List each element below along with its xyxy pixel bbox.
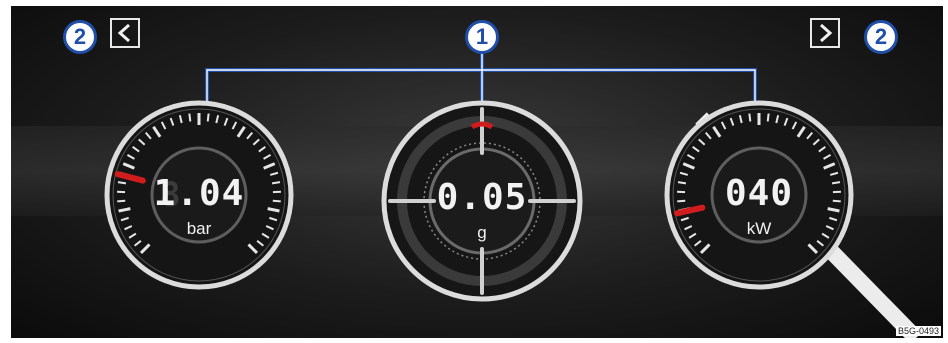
gauge-tick bbox=[748, 113, 752, 122]
prev-view-button[interactable] bbox=[110, 18, 140, 48]
power-gauge: 040 kW bbox=[659, 95, 859, 295]
g-force-value: 0.05 bbox=[436, 177, 528, 218]
power-unit: kW bbox=[746, 219, 772, 238]
callout-2-left: 2 bbox=[63, 20, 97, 54]
boost-unit: bar bbox=[186, 219, 212, 238]
callout-2-right: 2 bbox=[864, 20, 898, 54]
callout-1: 1 bbox=[465, 20, 499, 54]
reference-code: B5G-0493 bbox=[895, 326, 941, 336]
power-value: 040 bbox=[724, 173, 794, 214]
boost-pressure-gauge: 8 1.04 bar bbox=[99, 95, 299, 295]
next-view-button[interactable] bbox=[810, 18, 840, 48]
boost-value: 1.04 bbox=[153, 173, 245, 214]
chevron-left-icon bbox=[117, 23, 130, 43]
gauge-tick bbox=[206, 113, 210, 122]
g-force-gauge: 0.05 g bbox=[376, 95, 588, 307]
instrument-display: 8 1.04 bar 0.05 g 040 kW 2 1 2 B5G-0493 bbox=[11, 6, 943, 338]
gauge-tick bbox=[188, 113, 192, 122]
g-force-unit: g bbox=[477, 223, 487, 242]
chevron-right-icon bbox=[820, 23, 833, 43]
gauge-tick bbox=[766, 113, 770, 122]
